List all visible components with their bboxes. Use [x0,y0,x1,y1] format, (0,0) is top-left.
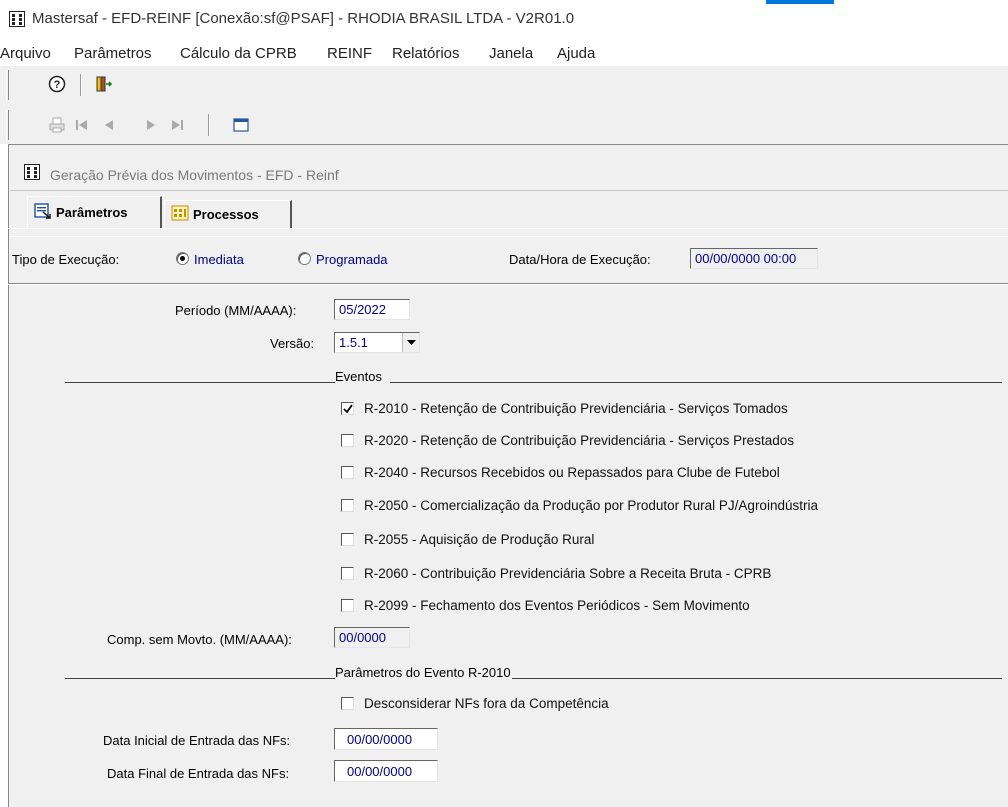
version-select[interactable]: 1.5.1 [334,332,420,353]
child-window-title: Geração Prévia dos Movimentos - EFD - Re… [50,167,339,183]
event-r2099-checkbox[interactable] [341,599,354,612]
period-input[interactable]: 05/2022 [334,299,410,320]
processes-tab-icon [171,205,189,224]
divider [10,190,1008,191]
start-date-input[interactable]: 00/00/0000 [334,728,438,750]
event-r2060-label[interactable]: R-2060 - Contribuição Previdenciária Sob… [364,566,771,581]
events-rule-right [390,382,1002,383]
svg-text:?: ? [54,79,61,91]
r2010-rule-left [65,678,335,679]
exit-door-icon[interactable] [90,71,116,97]
event-r2010-checkbox[interactable] [341,402,354,415]
events-rule-left [65,382,335,383]
execution-datetime-field: 00/00/0000 00:00 [690,248,818,269]
first-record-icon[interactable] [70,112,96,138]
r2010-title: Parâmetros do Evento R-2010 [335,665,511,680]
panel-divider-highlight [8,284,1008,285]
disregard-label[interactable]: Desconsiderar NFs fora da Competência [364,696,609,711]
chevron-down-icon[interactable] [402,333,419,352]
menu-parametros[interactable]: Parâmetros [74,45,152,62]
event-r2020-checkbox[interactable] [341,434,354,447]
tab-parametros[interactable]: Parâmetros [27,196,162,228]
event-r2020-label[interactable]: R-2020 - Retenção de Contribuição Previd… [364,433,794,448]
title-bar-accent [766,0,834,4]
menu-relatorios[interactable]: Relatórios [392,45,460,62]
end-date-label: Data Final de Entrada das NFs: [107,766,290,781]
radio-programada-label[interactable]: Programada [316,252,388,267]
child-window-icon [24,164,40,180]
execution-datetime-label: Data/Hora de Execução: [509,252,651,267]
tab-processos-label: Processos [193,207,259,222]
tab-strip-line [8,228,1008,229]
disregard-checkbox[interactable] [341,697,354,710]
event-r2060-checkbox[interactable] [341,567,354,580]
radio-programada[interactable] [298,252,311,265]
radio-imediata-label[interactable]: Imediata [194,252,244,267]
period-label: Período (MM/AAAA): [175,303,297,318]
event-r2040-checkbox[interactable] [341,466,354,479]
window-icon[interactable] [228,112,254,138]
end-date-input[interactable]: 00/00/0000 [334,760,438,782]
previous-record-icon[interactable] [96,112,122,138]
toolbar-navigation [0,104,1008,144]
help-icon[interactable]: ? [44,71,70,97]
menu-janela[interactable]: Janela [489,45,533,62]
app-icon [9,11,25,27]
window-title: Mastersaf - EFD-REINF [Conexão:sf@PSAF] … [32,10,575,27]
tab-processos[interactable]: Processos [164,200,292,228]
last-record-icon[interactable] [164,112,190,138]
event-r2055-checkbox[interactable] [341,533,354,546]
menu-ajuda[interactable]: Ajuda [557,45,595,62]
event-r2050-checkbox[interactable] [341,499,354,512]
r2010-rule-right [512,678,1002,679]
event-r2040-label[interactable]: R-2040 - Recursos Recebidos ou Repassado… [364,465,780,480]
event-r2050-label[interactable]: R-2050 - Comercialização da Produção por… [364,498,818,513]
execution-type-label: Tipo de Execução: [12,252,120,267]
menu-bar: Arquivo Parâmetros Cálculo da CPRB REINF… [0,38,1008,66]
events-title: Eventos [335,369,382,384]
version-label: Versão: [270,336,315,351]
next-record-icon[interactable] [138,112,164,138]
event-r2055-label[interactable]: R-2055 - Aquisição de Produção Rural [364,532,594,547]
event-r2010-label[interactable]: R-2010 - Retenção de Contribuição Previd… [364,401,788,416]
comp-field: 00/0000 [334,627,410,648]
print-icon[interactable] [44,112,70,138]
parameters-tab-icon [34,203,52,222]
menu-calculo-cprb[interactable]: Cálculo da CPRB [180,45,297,62]
tab-parametros-label: Parâmetros [56,205,128,220]
menu-reinf[interactable]: REINF [327,45,372,62]
start-date-label: Data Inicial de Entrada das NFs: [103,733,291,748]
comp-label: Comp. sem Movto. (MM/AAAA): [107,632,292,647]
menu-arquivo[interactable]: Arquivo [0,45,51,62]
version-value: 1.5.1 [339,335,368,350]
radio-imediata[interactable] [176,252,189,265]
toolbar-main: ? [0,66,1008,104]
event-r2099-label[interactable]: R-2099 - Fechamento dos Eventos Periódic… [364,598,750,613]
